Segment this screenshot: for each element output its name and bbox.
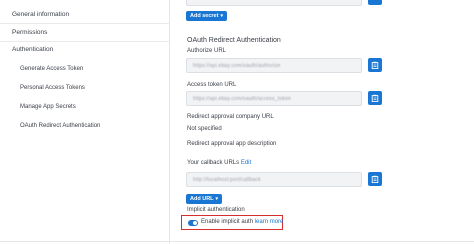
redirect-company-url-label: Redirect approval company URL [187,114,274,120]
toggle-knob [193,220,197,225]
sidebar-divider [0,41,170,42]
copy-secret-button[interactable] [368,0,382,5]
footer-divider [0,241,474,242]
sidebar-item-permissions[interactable]: Permissions [12,29,47,36]
chevron-down-icon: ▾ [215,196,219,202]
sidebar-item-manage-app-secrets[interactable]: Manage App Secrets [20,104,76,110]
access-token-url-label: Access token URL [187,82,237,88]
callback-url-field[interactable]: http://localhost:port/callback [186,172,362,187]
redirect-company-url-value: Not specified [187,126,222,132]
authorize-url-value: https://api.ebay.com/oauth/authorize [193,62,281,69]
callback-urls-label: Your callback URLs Edit [187,160,251,166]
copy-callback-url-button[interactable] [368,172,382,186]
secret-field[interactable] [186,0,362,6]
sidebar-item-personal-access-tokens[interactable]: Personal Access Tokens [20,85,85,91]
learn-more-link[interactable]: learn more [255,219,284,225]
authorize-url-field[interactable]: https://api.ebay.com/oauth/authorize [186,58,362,73]
sidebar-item-authentication[interactable]: Authentication [12,46,53,53]
add-secret-label: Add secret [190,13,219,19]
add-url-label: Add URL [190,196,214,202]
copy-icon [371,94,379,102]
implicit-auth-toggle-text: Enable implicit auth learn more [201,219,283,225]
add-url-button[interactable]: Add URL ▾ [186,194,223,204]
enable-implicit-auth-label: Enable implicit auth [201,219,254,225]
access-token-url-field[interactable]: https://api.ebay.com/oauth/access_token [186,91,362,106]
sidebar-divider [0,23,170,24]
sidebar: General information Permissions Authenti… [0,0,170,244]
implicit-auth-toggle[interactable] [188,219,198,226]
edit-callback-urls-link[interactable]: Edit [241,160,251,166]
add-secret-button[interactable]: Add secret ▾ [186,11,227,21]
sidebar-item-general-information[interactable]: General information [12,11,69,18]
section-title: OAuth Redirect Authentication [187,37,281,44]
main-content: Add secret ▾ OAuth Redirect Authenticatio… [171,0,474,244]
callback-urls-label-text: Your callback URLs [187,160,240,166]
redirect-app-description-label: Redirect approval app description [187,141,277,147]
copy-authorize-url-button[interactable] [368,58,382,72]
access-token-url-value: https://api.ebay.com/oauth/access_token [193,95,292,102]
authorize-url-label: Authorize URL [187,48,227,54]
sidebar-item-oauth-redirect-authentication[interactable]: OAuth Redirect Authentication [20,123,100,129]
implicit-auth-highlight: Enable implicit auth learn more [181,215,283,230]
sidebar-item-generate-access-token[interactable]: Generate Access Token [20,66,83,72]
copy-access-token-url-button[interactable] [368,91,382,105]
copy-icon [371,61,379,69]
implicit-auth-label: Implicit authentication [187,207,245,213]
copy-icon [371,175,379,183]
chevron-down-icon: ▾ [220,13,223,19]
callback-url-value: http://localhost:port/callback [193,176,261,183]
